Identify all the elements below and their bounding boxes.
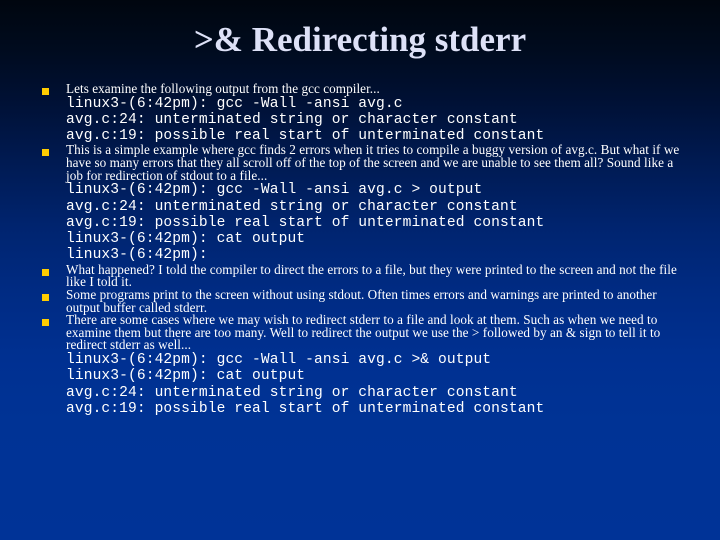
terminal-line: avg.c:24: unterminated string or charact… — [66, 384, 518, 401]
bullet-text: There are some cases where we may wish t… — [66, 312, 661, 353]
terminal-line: avg.c:19: possible real start of untermi… — [66, 400, 545, 417]
square-bullet-icon — [42, 88, 49, 95]
terminal-line: linux3-(6:42pm): cat output — [66, 368, 306, 385]
square-bullet-icon — [42, 268, 49, 276]
bullet-text: Lets examine the following output from t… — [66, 81, 380, 96]
bullet-block-1: Lets examine the following output from t… — [38, 81, 690, 144]
bullet-block-5: There are some cases where we may wish t… — [38, 312, 690, 417]
square-bullet-icon — [42, 319, 49, 327]
terminal-line: linux3-(6:42pm): cat output — [66, 231, 306, 248]
bullet-block-2: This is a simple example where gcc finds… — [38, 142, 690, 263]
square-bullet-icon — [42, 149, 49, 157]
bullet-text: Some programs print to the screen withou… — [66, 286, 657, 315]
terminal-line: linux3-(6:42pm): gcc -Wall -ansi avg.c >… — [66, 182, 483, 199]
square-bullet-icon — [42, 293, 49, 301]
bullet-block-3: What happened? I told the compiler to di… — [38, 261, 690, 290]
terminal-line: avg.c:24: unterminated string or charact… — [66, 111, 518, 128]
bullet-text: This is a simple example where gcc finds… — [66, 142, 680, 183]
presentation-slide: >& Redirecting stderr Lets examine the f… — [0, 0, 720, 540]
slide-body: Lets examine the following output from t… — [38, 81, 690, 417]
terminal-line: avg.c:19: possible real start of untermi… — [66, 214, 545, 231]
terminal-line: linux3-(6:42pm): gcc -Wall -ansi avg.c — [66, 95, 403, 112]
bullet-text: What happened? I told the compiler to di… — [66, 261, 677, 290]
terminal-line: linux3-(6:42pm): gcc -Wall -ansi avg.c >… — [66, 351, 492, 368]
bullet-block-4: Some programs print to the screen withou… — [38, 286, 690, 315]
terminal-line: avg.c:24: unterminated string or charact… — [66, 198, 518, 215]
slide-title: >& Redirecting stderr — [193, 20, 527, 59]
